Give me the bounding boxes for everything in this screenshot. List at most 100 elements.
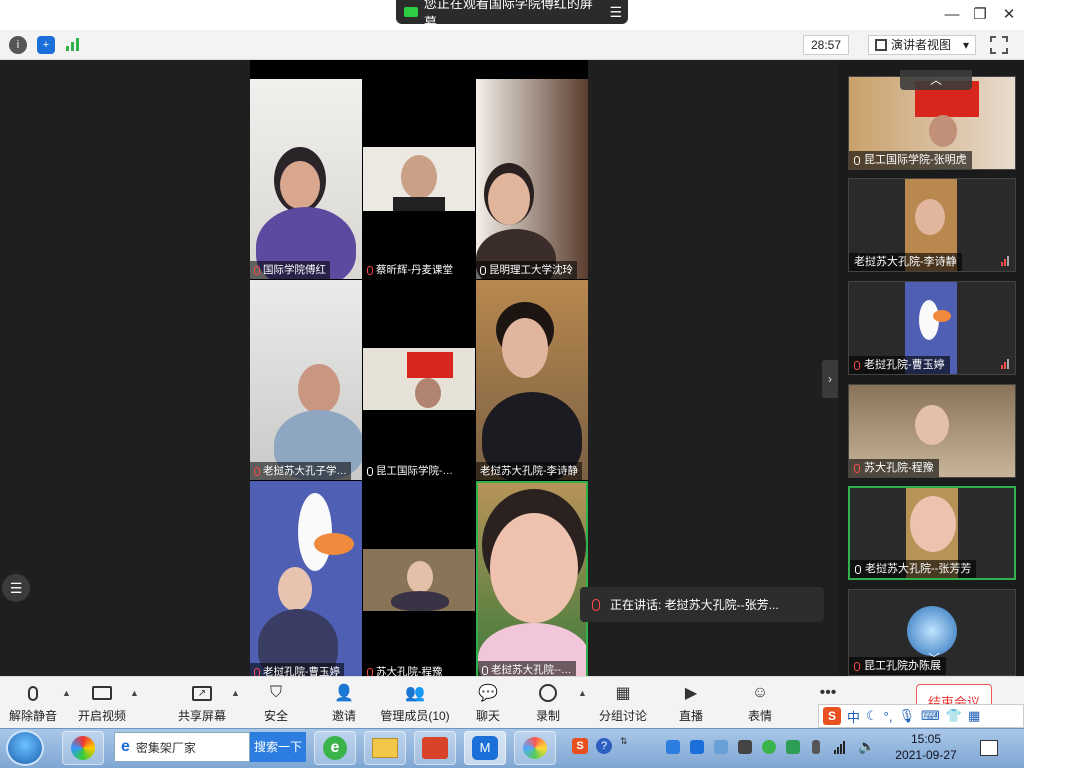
mic-muted-icon xyxy=(254,265,260,275)
participants-icon: 👥 xyxy=(405,685,425,702)
chevron-up-icon[interactable]: ▲ xyxy=(578,688,587,698)
tray-security-icon[interactable] xyxy=(762,740,776,754)
share-screen-button[interactable]: ↗ 共享屏幕 xyxy=(176,680,228,724)
video-tile[interactable]: 苏大孔院-程豫 xyxy=(363,481,475,681)
video-tile[interactable]: 昆明理工大学沈玲 xyxy=(476,79,588,279)
scroll-up-button[interactable]: ︿ xyxy=(900,70,972,90)
security-button[interactable]: ⛉ 安全 xyxy=(256,680,296,724)
breakout-rooms-button[interactable]: ▦ 分组讨论 xyxy=(598,680,648,724)
browser-app-icon[interactable]: e xyxy=(314,731,356,765)
signal-weak-icon xyxy=(1001,256,1009,266)
skin-icon[interactable]: 👕 xyxy=(946,708,962,724)
tray-camera-icon[interactable] xyxy=(738,740,752,754)
chat-button[interactable]: 💬 聊天 xyxy=(468,680,508,724)
info-icon[interactable]: i xyxy=(9,36,27,54)
chevron-up-icon[interactable]: ▲ xyxy=(62,688,71,698)
sidebar-video-tile[interactable]: 老挝苏大孔院-李诗静 xyxy=(848,178,1016,272)
file-explorer-icon[interactable] xyxy=(364,731,406,765)
shared-screen-gallery: 国际学院傅红 蔡昕辉-丹麦课堂 昆明理工大学沈玲 老挝苏大孔子学… 昆工国际学院… xyxy=(250,60,588,681)
mic-icon xyxy=(855,564,861,574)
app-colorful-icon[interactable] xyxy=(62,731,104,765)
sidebar-video-tile[interactable]: 老挝孔院-曹玉婷 xyxy=(848,281,1016,375)
chevron-up-icon[interactable]: ▲ xyxy=(231,688,240,698)
meeting-app-icon[interactable]: M xyxy=(464,731,506,765)
list-menu-icon[interactable]: ☰ xyxy=(2,574,30,602)
invite-button[interactable]: 👤 邀请 xyxy=(324,680,364,724)
close-button[interactable]: ✕ xyxy=(997,4,1021,26)
video-tile-active-speaker[interactable]: 老挝苏大孔院--… xyxy=(476,481,588,681)
video-tile[interactable]: 老挝孔院-曹玉婷 xyxy=(250,481,362,681)
mic-muted-icon xyxy=(592,598,600,611)
sidebar-video-tile[interactable]: 昆工国际学院-张明虎 xyxy=(848,76,1016,170)
tray-shield-icon[interactable] xyxy=(786,740,800,754)
ime-language-label[interactable]: 中 xyxy=(847,707,860,726)
signal-strength-icon[interactable] xyxy=(66,38,79,51)
chevron-up-icon[interactable]: ▲ xyxy=(130,688,139,698)
video-tile[interactable]: 老挝苏大孔子学… xyxy=(250,280,362,480)
live-stream-button[interactable]: ▶ 直播 xyxy=(671,680,711,724)
sidebar-video-tile[interactable]: 苏大孔院-程豫 xyxy=(848,384,1016,478)
view-mode-select[interactable]: 演讲者视图 ▾ xyxy=(868,35,976,55)
desktop-edge xyxy=(1024,0,1075,768)
speaker-view-icon xyxy=(875,39,887,51)
ime-toolbar[interactable]: S 中 ☾ °, 🎙 ⌨ 👕 ▦ xyxy=(818,704,1024,728)
tray-display-icon[interactable] xyxy=(714,740,728,754)
mic-muted-icon xyxy=(367,265,373,275)
moon-icon[interactable]: ☾ xyxy=(866,708,878,724)
mic-icon xyxy=(482,665,488,675)
browser-search-box[interactable]: e 密集架厂家 xyxy=(114,732,250,762)
banner-menu-icon[interactable]: ☰ xyxy=(609,4,622,21)
reactions-button[interactable]: ☺ 表情 xyxy=(740,680,780,724)
collapse-sidebar-button[interactable]: › xyxy=(822,360,838,398)
participant-name: 昆明理工大学沈玲 xyxy=(476,261,577,279)
tray-arrows-icon[interactable]: ⇅ xyxy=(620,736,630,756)
chevron-down-icon: ▾ xyxy=(962,38,969,52)
emoji-icon: ☺ xyxy=(751,684,769,701)
battery-icon[interactable] xyxy=(812,740,820,754)
share-video-icon xyxy=(404,7,418,17)
invite-icon: 👤 xyxy=(334,685,354,702)
tray-meeting-icon[interactable] xyxy=(690,740,704,754)
manage-participants-button[interactable]: 👥 管理成员(10) xyxy=(378,680,452,724)
chat-icon: 💬 xyxy=(478,685,498,702)
participant-name: 苏大孔院-程豫 xyxy=(849,459,939,477)
system-clock[interactable]: 15:05 2021-09-27 xyxy=(888,731,964,765)
mic-muted-icon xyxy=(854,463,860,473)
record-button[interactable]: 录制 xyxy=(528,680,568,724)
help-icon[interactable]: ? xyxy=(596,738,612,754)
active-speaker-toast: 正在讲话: 老挝苏大孔院--张芳... xyxy=(580,587,824,622)
video-tile[interactable]: 昆工国际学院-… xyxy=(363,280,475,480)
punctuation-icon[interactable]: °, xyxy=(884,709,893,724)
mic-icon xyxy=(854,155,860,165)
volume-icon[interactable]: 🔈 xyxy=(858,738,875,755)
presentation-app-icon[interactable] xyxy=(414,731,456,765)
wifi-signal-icon[interactable] xyxy=(834,740,845,754)
paint-app-icon[interactable] xyxy=(514,731,556,765)
unmute-button[interactable]: 解除静音 xyxy=(8,680,58,724)
action-center-icon[interactable] xyxy=(980,740,998,756)
start-button[interactable] xyxy=(6,730,44,766)
scroll-down-button[interactable]: ﹀ xyxy=(920,650,948,665)
sogou-tray-icon[interactable]: S xyxy=(572,738,588,754)
tray-network-icon[interactable] xyxy=(666,740,680,754)
keyboard-icon[interactable]: ⌨ xyxy=(921,708,940,724)
participant-name: 蔡昕辉-丹麦课堂 xyxy=(363,261,457,279)
security-shield-icon[interactable]: + xyxy=(37,36,55,54)
mic-icon[interactable]: 🎙 xyxy=(898,708,915,724)
video-tile[interactable]: 老挝苏大孔院-李诗静 xyxy=(476,280,588,480)
participant-name: 老挝孔院-曹玉婷 xyxy=(849,356,950,374)
grid-icon[interactable]: ▦ xyxy=(968,708,980,724)
screen-share-banner[interactable]: 您正在观看国际学院傅红的屏幕 ☰ xyxy=(396,0,628,30)
participant-name: 老挝苏大孔院-李诗静 xyxy=(849,253,962,271)
sidebar-video-tile-active[interactable]: 老挝苏大孔院--张芳芳 xyxy=(848,486,1016,580)
video-off-icon xyxy=(91,683,113,703)
start-video-button[interactable]: 开启视频 xyxy=(76,680,128,724)
minimize-button[interactable]: — xyxy=(940,4,964,26)
search-button[interactable]: 搜索一下 xyxy=(250,732,306,762)
share-screen-icon: ↗ xyxy=(191,683,213,703)
restore-button[interactable]: ❐ xyxy=(968,4,992,26)
fullscreen-icon[interactable] xyxy=(990,36,1008,54)
signal-weak-icon xyxy=(1001,359,1009,369)
video-tile[interactable]: 蔡昕辉-丹麦课堂 xyxy=(363,79,475,279)
video-tile[interactable]: 国际学院傅红 xyxy=(250,79,362,279)
